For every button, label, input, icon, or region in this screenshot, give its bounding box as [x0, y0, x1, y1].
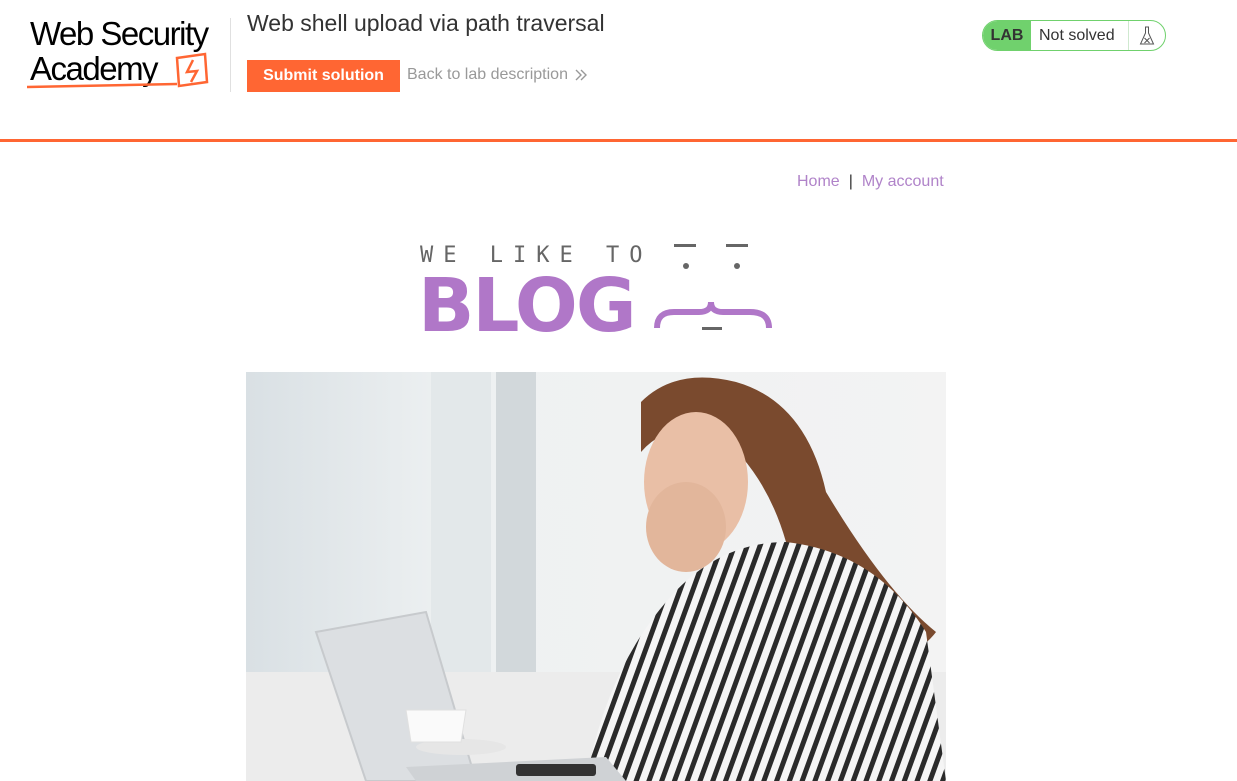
nav-home-link[interactable]: Home [797, 173, 840, 190]
nav-my-account-link[interactable]: My account [862, 173, 944, 190]
flask-icon-container [1128, 21, 1165, 50]
lab-badge: LAB [983, 21, 1031, 50]
banner-blog-word: BLOG [418, 263, 637, 349]
web-security-academy-logo[interactable]: Web Security Academy [27, 16, 231, 92]
back-to-lab-description-link[interactable]: Back to lab description [407, 66, 588, 84]
lab-status-text: Not solved [1039, 26, 1115, 44]
chevron-double-right-icon [575, 69, 587, 81]
top-nav: Home | My account [797, 173, 944, 191]
logo-bolt-icon [27, 52, 209, 89]
submit-solution-button[interactable]: Submit solution [247, 60, 400, 92]
back-link-label: Back to lab description [407, 66, 568, 83]
lab-status-widget: LAB Not solved [982, 20, 1166, 51]
flask-icon [1139, 26, 1155, 44]
lab-header: Web Security Academy Web shell upload vi… [0, 0, 1237, 142]
lab-title: Web shell upload via path traversal [247, 10, 605, 36]
blog-post-image[interactable] [246, 372, 946, 781]
blog-face-icon [654, 244, 772, 330]
woman-at-laptop-photo [246, 372, 946, 781]
blog-banner: WE LIKE TO BLOG [418, 240, 775, 346]
logo-divider [230, 18, 231, 92]
nav-separator: | [848, 173, 853, 190]
header-divider [0, 139, 1237, 142]
